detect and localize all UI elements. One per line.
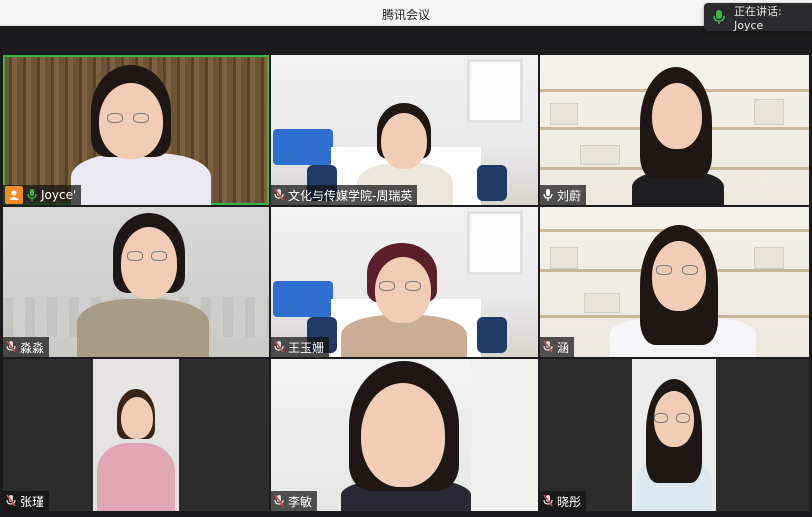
mic-muted-icon [273,494,285,508]
shelf-decor [754,247,784,269]
portrait-video [632,359,716,511]
video-tile-participant-6[interactable]: 涵 [540,207,809,357]
participant-name: 淼淼 [20,340,45,355]
chair-decor [477,317,507,353]
name-tag: 文化与传媒学院-周瑞英 [271,185,418,205]
name-tag: 涵 [540,337,575,357]
window-decor [467,59,523,123]
participant-name: 文化与传媒学院-周瑞英 [288,188,413,203]
portrait-video [93,359,179,511]
host-icon [5,186,23,204]
participant-name: 李敏 [288,494,313,509]
mic-muted-icon [273,188,285,202]
mic-muted-icon [5,494,17,508]
name-tag: 淼淼 [3,337,50,357]
participant-name: Joyce' [41,188,77,202]
participant-name: 晓彤 [557,494,582,509]
name-tag: Joyce' [3,185,82,205]
mic-muted-icon [542,494,554,508]
sofa-decor [273,129,333,165]
video-tile-participant-3[interactable]: 刘蔚 [540,55,809,205]
video-tile-participant-5[interactable]: 王玉姗 [271,207,538,357]
chair-decor [477,165,507,201]
video-tile-participant-2[interactable]: 文化与传媒学院-周瑞英 [271,55,538,205]
window-decor [467,211,523,275]
shelf-decor [550,247,578,269]
speaking-label: 正在讲话: Joyce [734,4,782,32]
participant-name: 涵 [557,340,570,355]
mic-icon [712,9,726,25]
video-tile-participant-7[interactable]: 张瑾 [3,359,269,511]
participant-name: 张瑾 [20,494,45,509]
shelf-decor [754,99,784,125]
shelf-decor [550,103,578,125]
name-tag: 刘蔚 [540,185,587,205]
video-tile-joyce[interactable]: Joyce' [3,55,269,205]
video-grid: Joyce' 文化与传媒学院-周瑞英 刘蔚 淼淼 王玉姗 涵 张瑾 李敏 晓彤 [0,54,812,514]
name-tag: 李敏 [271,491,318,511]
shelf-decor [584,293,620,313]
participant-name: 王玉姗 [288,340,325,355]
mic-muted-icon [542,340,554,354]
name-tag: 王玉姗 [271,337,330,357]
mic-icon [26,188,38,202]
name-tag: 晓彤 [540,491,587,511]
window-title: 腾讯会议 [381,8,430,22]
participant-name: 刘蔚 [557,188,582,203]
title-bar: 腾讯会议 [0,0,812,26]
video-tile-participant-4[interactable]: 淼淼 [3,207,269,357]
sofa-decor [273,281,333,317]
mic-icon [542,188,554,202]
mic-muted-icon [273,340,285,354]
video-tile-participant-9[interactable]: 晓彤 [540,359,809,511]
name-tag: 张瑾 [3,491,50,511]
shelf-decor [580,145,620,165]
speaking-indicator[interactable]: 正在讲话: Joyce [704,3,812,32]
mic-muted-icon [5,340,17,354]
wall-decor [471,359,538,511]
video-tile-participant-8[interactable]: 李敏 [271,359,538,511]
